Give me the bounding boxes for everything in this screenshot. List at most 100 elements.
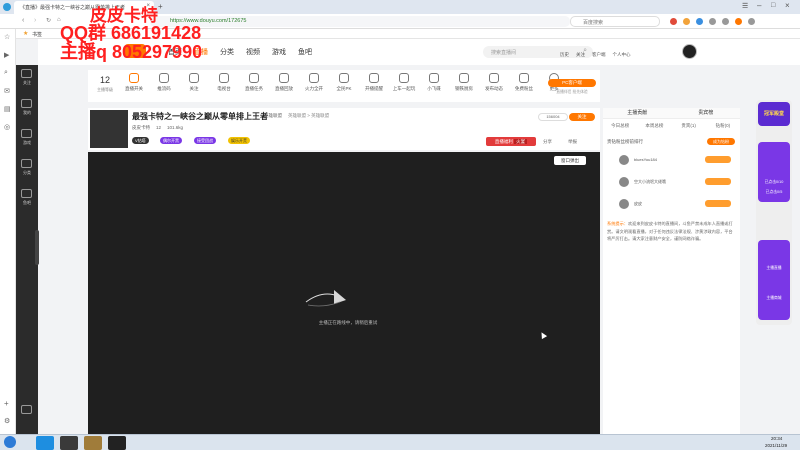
back-icon[interactable]: ‹ xyxy=(22,17,24,24)
site-left-sidebar: 关注 我的 游戏 分类 鱼吧 xyxy=(16,65,39,434)
rank-row[interactable]: 皮皮 xyxy=(607,198,735,210)
pc-client-button[interactable]: PC客户端 xyxy=(548,79,596,87)
badge-1: 偶尔开黑 xyxy=(160,137,182,144)
room-category[interactable]: 英雄联盟 xyxy=(264,113,282,119)
tool-tv[interactable]: 电视台 xyxy=(212,73,236,92)
hot-welfare-button[interactable]: 直播福利 火宴 xyxy=(486,137,536,146)
tool-follow[interactable]: 关注 xyxy=(182,73,206,92)
nav-video[interactable]: 视频 xyxy=(246,47,260,57)
new-tab-icon[interactable]: + xyxy=(158,2,163,11)
streamer-level: 12 xyxy=(156,125,162,130)
start-button-icon[interactable] xyxy=(4,436,16,448)
tool-post[interactable]: 发布动态 xyxy=(482,73,506,92)
history-icon[interactable] xyxy=(21,99,32,108)
rank-avatar xyxy=(619,155,629,165)
float-card-2[interactable]: 主播直播 主播商城 xyxy=(758,240,790,320)
panel-tabs: 主播贡献 贵宾榜 xyxy=(603,108,740,119)
refresh-icon[interactable]: ↻ xyxy=(46,17,51,24)
mouse-cursor-icon xyxy=(538,330,548,340)
overlay-line-3: 主播q 805297990 xyxy=(60,42,203,62)
sidebar-search-icon[interactable]: ⌕ xyxy=(4,69,8,77)
level-label: 主播等级 xyxy=(97,87,113,92)
tool-live-switch[interactable]: 直播开关 xyxy=(122,73,146,92)
sidebar-star-icon[interactable]: ☆ xyxy=(4,33,10,41)
bookmark-label[interactable]: 书签 xyxy=(32,31,42,38)
streamer-avatar[interactable] xyxy=(90,110,128,148)
tool-stream-code[interactable]: 推流码 xyxy=(152,73,176,92)
rank-row[interactable]: 空大小流氓大佬哦 xyxy=(607,176,735,188)
video-player[interactable]: 窗口弹出 主播正在路线中，请稍后重试 xyxy=(88,152,600,434)
user-follow[interactable]: 关注 xyxy=(576,52,585,58)
nav-yuba[interactable]: 鱼吧 xyxy=(298,47,312,57)
taskbar-lol-icon[interactable] xyxy=(84,436,102,450)
nav-category[interactable]: 分类 xyxy=(220,47,234,57)
user-center[interactable]: 个人中心 xyxy=(613,52,631,58)
subtab-today[interactable]: 今日总榜 xyxy=(603,123,637,129)
sidebar-chat-icon[interactable]: ✉ xyxy=(4,87,10,95)
become-diamond-button[interactable]: 成为钻粉 xyxy=(707,138,735,145)
tool-replay[interactable]: 直播回放 xyxy=(272,73,296,92)
download-icon[interactable] xyxy=(21,405,32,414)
sidebar-settings-icon[interactable]: ⚙ xyxy=(4,417,10,425)
tool-task[interactable]: 直播任务 xyxy=(242,73,266,92)
user-client[interactable]: 客户端 xyxy=(592,52,606,58)
player-status: 主播正在路线中，请稍后重试 xyxy=(318,320,378,325)
subtab-vip[interactable]: 贵宾(1) xyxy=(672,123,706,129)
float-card-1[interactable]: 已点击0/10 已点击0/5 xyxy=(758,142,790,202)
popout-button[interactable]: 窗口弹出 xyxy=(554,156,586,165)
follow-button[interactable]: 关注 xyxy=(569,113,595,121)
fish-icon[interactable] xyxy=(21,189,32,198)
url-input[interactable]: https://www.douyu.com/172675 xyxy=(150,16,570,27)
sidebar-add-icon[interactable]: + xyxy=(4,399,9,408)
rank-title: 贵钻粉丝榜前排行 xyxy=(607,139,643,144)
rank-row[interactable]: bluesYou184 xyxy=(607,154,735,166)
vip-tag[interactable]: V钻塔 xyxy=(132,137,149,144)
tool-car[interactable]: 上车一起玩 xyxy=(392,73,416,92)
minimize-icon[interactable]: – xyxy=(757,1,761,10)
rank-badge xyxy=(705,156,731,163)
taskbar-browser-icon[interactable] xyxy=(36,436,54,450)
room-tags[interactable]: 英雄联盟 > 英雄联盟 xyxy=(288,113,329,119)
taskbar-date: 2021/11/29 xyxy=(765,443,788,448)
subtab-week[interactable]: 本周总榜 xyxy=(637,123,671,129)
forward-icon[interactable]: › xyxy=(34,17,36,24)
sidebar-collapse-handle[interactable] xyxy=(35,230,39,265)
browser-search-input[interactable]: 百度搜索 xyxy=(570,16,660,27)
game-icon[interactable] xyxy=(21,129,32,138)
float-btn-2[interactable]: 已点击0/5 xyxy=(760,190,788,195)
close-icon[interactable]: × xyxy=(785,1,790,10)
window-menu-icon[interactable]: ☰ xyxy=(742,2,748,10)
taskbar-obs-icon[interactable] xyxy=(108,436,126,450)
rank-name: 皮皮 xyxy=(634,201,642,206)
user-history[interactable]: 历史 xyxy=(560,52,569,58)
subtab-diamond[interactable]: 钻粉(0) xyxy=(706,123,740,129)
tab-contribution[interactable]: 主播贡献 xyxy=(603,108,672,118)
tool-pk[interactable]: 全民PK xyxy=(332,73,356,92)
tool-fire[interactable]: 火力全开 xyxy=(302,73,326,92)
extension-icons[interactable] xyxy=(670,18,790,25)
report-link[interactable]: 举报 xyxy=(568,139,577,145)
maximize-icon[interactable]: □ xyxy=(771,2,775,9)
float-btn-1[interactable]: 已点击0/10 xyxy=(760,180,788,185)
category-icon[interactable] xyxy=(21,159,32,168)
tool-free-fans[interactable]: 免费粉丝 xyxy=(512,73,536,92)
tool-ufo[interactable]: 小飞碟 xyxy=(422,73,446,92)
side-label-3: 游戏 xyxy=(23,140,31,145)
tool-remind[interactable]: 开播提醒 xyxy=(362,73,386,92)
tool-kitchen[interactable]: 钢铁厨房 xyxy=(452,73,476,92)
taskbar-app-icon[interactable] xyxy=(60,436,78,450)
rank-avatar xyxy=(619,199,629,209)
champion-badge[interactable]: 冠军殿堂 xyxy=(758,102,790,126)
tab-vip[interactable]: 贵宾榜 xyxy=(672,108,741,118)
sidebar-app-icon[interactable]: ◎ xyxy=(4,123,10,131)
anchor-toolbar: 12 主播等级 直播开关 推流码 关注 电视台 直播任务 直播回放 火力全开 全… xyxy=(88,70,600,102)
browser-search-placeholder: 百度搜索 xyxy=(583,20,604,26)
share-link[interactable]: 分享 xyxy=(543,139,552,145)
streamer-name[interactable]: 皮皮卡特 xyxy=(132,125,150,131)
nav-game[interactable]: 游戏 xyxy=(272,47,286,57)
rank-name: bluesYou184 xyxy=(634,157,657,162)
follow-icon[interactable] xyxy=(21,69,32,78)
sidebar-doc-icon[interactable]: ▤ xyxy=(4,105,11,113)
sidebar-video-icon[interactable]: ▶ xyxy=(4,51,9,59)
user-avatar[interactable] xyxy=(682,44,697,59)
